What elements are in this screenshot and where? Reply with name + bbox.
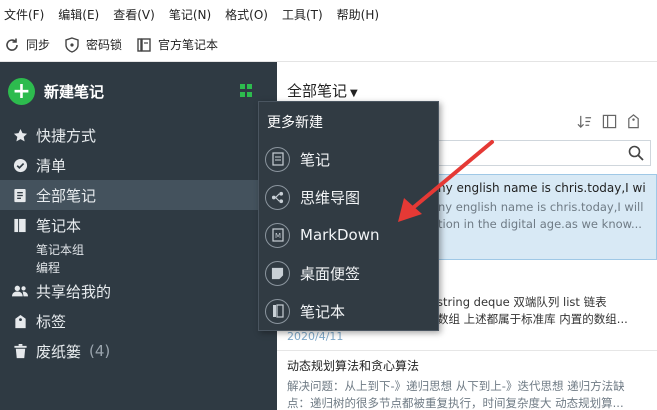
sidebar-item-trash[interactable]: 废纸篓 (4) [0,336,277,366]
new-note-label: 新建笔记 [44,83,105,101]
notebook-icon [265,298,290,324]
grid-menu-icon[interactable] [240,84,253,97]
sync-button[interactable]: 同步 [4,36,50,53]
sidebar-subitem-programming[interactable]: 编程 [0,258,277,276]
markdown-icon: M [265,222,290,248]
sidebar-item-label: 笔记本 [36,216,82,235]
note-preview-line: 解决问题：从上到下-》递归思想 从下到上-》迭代思想 递归方法缺 [287,379,625,393]
note-preview-line: 点：递归树的很多节点都被重复执行，时间复杂度大 动态规划算... [287,396,624,410]
sidebar: + 新建笔记 快捷方式 清单 全部笔记 笔记本 笔记本组 编程 共享给我的 标签 [0,62,277,410]
search-icon [628,145,644,165]
sidebar-item-tags[interactable]: 标签 [0,306,277,336]
star-icon [12,128,28,143]
popup-title: 更多新建 [267,115,323,131]
sidebar-item-label: 快捷方式 [36,126,97,145]
sticky-note-icon [265,260,290,286]
shield-icon [65,36,79,53]
toolbar: 同步 密码锁 官方笔记本 [0,28,657,62]
notebook-icon [12,218,28,233]
layout-icon[interactable] [602,114,617,133]
menu-help[interactable]: 帮助(H) [337,6,379,23]
sidebar-item-shared[interactable]: 共享给我的 [0,276,277,306]
sidebar-nav: 快捷方式 清单 全部笔记 笔记本 笔记本组 编程 共享给我的 标签 废纸篓 (4… [0,120,277,366]
svg-text:M: M [274,232,280,240]
new-sticky-note-menu-item[interactable]: 桌面便签 [265,258,435,288]
new-markdown-menu-item[interactable]: M MarkDown [265,220,435,250]
lock-button[interactable]: 密码锁 [64,36,122,53]
note-list-title-dropdown[interactable]: 全部笔记 ▼ [287,80,358,101]
trash-count: (4) [89,342,111,360]
tag-icon [12,314,28,329]
menu-item-label: 笔记本 [300,302,346,321]
menu-item-label: MarkDown [300,226,380,244]
trash-icon [12,343,28,359]
new-note-button[interactable]: + 新建笔记 [8,78,104,105]
new-notebook-menu-item[interactable]: 笔记本 [265,296,435,326]
note-title: 动态规划算法和贪心算法 [287,359,420,373]
sidebar-item-all-notes[interactable]: 全部笔记 [0,180,277,210]
menu-item-label: 桌面便签 [300,264,361,283]
check-circle-icon [12,158,28,173]
official-notebook-button[interactable]: 官方笔记本 [136,36,218,53]
more-new-popup: 更多新建 笔记 思维导图 M MarkDown 桌面便签 笔记本 [258,101,439,331]
sidebar-item-label: 标签 [36,312,67,331]
note-card[interactable]: 动态规划算法和贪心算法 解决问题：从上到下-》递归思想 从下到上-》迭代思想 递… [277,350,657,410]
sidebar-item-label: 废纸篓 [36,342,82,361]
lock-label: 密码锁 [86,38,123,52]
notes-icon [12,188,28,203]
list-tools [567,114,640,133]
menu-note[interactable]: 笔记(N) [169,6,211,23]
new-note-menu-item[interactable]: 笔记 [265,144,435,174]
caret-down-icon: ▼ [350,88,358,99]
sidebar-item-notebooks[interactable]: 笔记本 [0,210,277,240]
mindmap-icon [265,184,290,210]
menu-file[interactable]: 文件(F) [4,6,44,23]
sidebar-item-label: 清单 [36,156,67,175]
new-mindmap-menu-item[interactable]: 思维导图 [265,182,435,212]
menu-view[interactable]: 查看(V) [113,6,155,23]
notebook-icon [137,37,151,52]
official-label: 官方笔记本 [158,38,219,52]
sidebar-subitem-notebook-group[interactable]: 笔记本组 [0,240,277,258]
note-icon [265,146,290,172]
sidebar-item-label: 共享给我的 [36,282,112,301]
sort-icon[interactable] [577,114,592,133]
users-icon [12,284,28,298]
tag-filter-icon[interactable] [627,114,640,133]
sync-icon [6,38,18,51]
page-title: 全部笔记 [287,82,348,100]
note-date: 2020/4/11 [287,330,344,343]
menu-item-label: 思维导图 [300,188,361,207]
search-input[interactable] [435,140,651,166]
sync-label: 同步 [26,38,51,52]
sidebar-item-checklist[interactable]: 清单 [0,150,277,180]
sidebar-item-shortcuts[interactable]: 快捷方式 [0,120,277,150]
sidebar-item-label: 全部笔记 [36,186,97,205]
menu-tools[interactable]: 工具(T) [282,6,323,23]
menu-bar: 文件(F) 编辑(E) 查看(V) 笔记(N) 格式(O) 工具(T) 帮助(H… [0,0,657,28]
menu-item-label: 笔记 [300,150,331,169]
plus-icon: + [8,78,35,105]
menu-edit[interactable]: 编辑(E) [58,6,99,23]
menu-format[interactable]: 格式(O) [225,6,268,23]
